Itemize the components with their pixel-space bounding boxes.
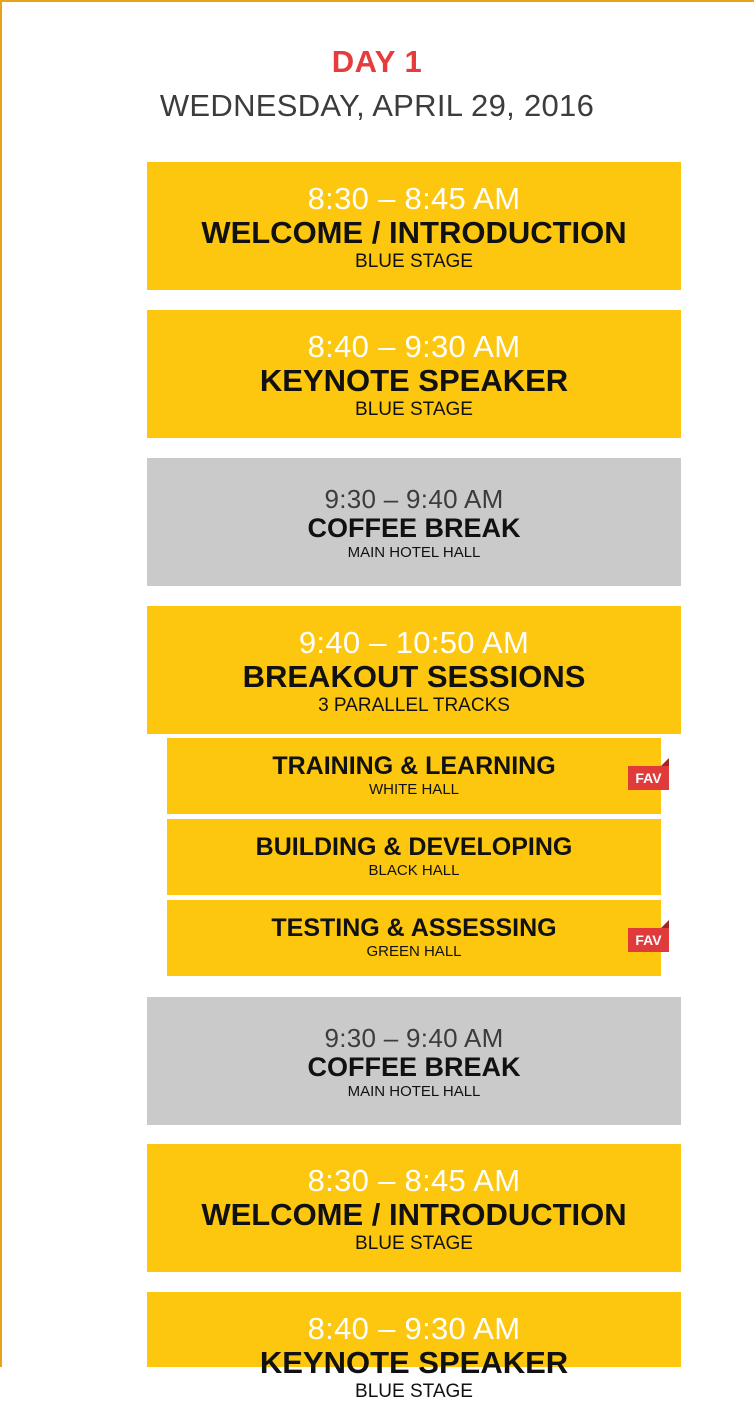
session-card-coffee-break[interactable]: 9:30 – 9:40 AM COFFEE BREAK MAIN HOTEL H… bbox=[147, 997, 681, 1125]
session-title: WELCOME / INTRODUCTION bbox=[201, 215, 627, 250]
session-title: WELCOME / INTRODUCTION bbox=[201, 1197, 627, 1232]
session-time: 9:30 – 9:40 AM bbox=[324, 1023, 504, 1053]
fav-badge[interactable]: FAV bbox=[628, 920, 669, 952]
session-time: 9:40 – 10:50 AM bbox=[298, 625, 530, 660]
session-title: KEYNOTE SPEAKER bbox=[259, 1345, 569, 1380]
track-title: BUILDING & DEVELOPING bbox=[255, 833, 573, 861]
date-label: WEDNESDAY, APRIL 29, 2016 bbox=[159, 88, 595, 123]
session-location: MAIN HOTEL HALL bbox=[347, 1083, 481, 1100]
session-title: KEYNOTE SPEAKER bbox=[259, 363, 569, 398]
day-label: DAY 1 bbox=[331, 44, 423, 79]
session-location: MAIN HOTEL HALL bbox=[347, 544, 481, 561]
session-card-welcome[interactable]: 8:30 – 8:45 AM WELCOME / INTRODUCTION BL… bbox=[147, 162, 681, 290]
session-time: 9:30 – 9:40 AM bbox=[324, 484, 504, 514]
session-time: 8:30 – 8:45 AM bbox=[307, 181, 521, 216]
track-location: WHITE HALL bbox=[368, 781, 459, 798]
session-title: COFFEE BREAK bbox=[307, 513, 521, 543]
session-location: BLUE STAGE bbox=[355, 251, 473, 272]
track-title: TESTING & ASSESSING bbox=[271, 914, 557, 942]
track-location: GREEN HALL bbox=[366, 943, 462, 960]
session-title: COFFEE BREAK bbox=[307, 1052, 521, 1082]
session-card-coffee-break[interactable]: 9:30 – 9:40 AM COFFEE BREAK MAIN HOTEL H… bbox=[147, 458, 681, 586]
session-location: BLUE STAGE bbox=[355, 1381, 473, 1402]
session-title: BREAKOUT SESSIONS bbox=[242, 659, 586, 694]
session-card-keynote[interactable]: 8:40 – 9:30 AM KEYNOTE SPEAKER BLUE STAG… bbox=[147, 1292, 681, 1402]
session-location: BLUE STAGE bbox=[355, 1233, 473, 1254]
session-time: 8:30 – 8:45 AM bbox=[307, 1163, 521, 1198]
track-card-testing[interactable]: TESTING & ASSESSING GREEN HALL FAV bbox=[167, 900, 669, 976]
session-time: 8:40 – 9:30 AM bbox=[307, 329, 521, 364]
track-card-training[interactable]: TRAINING & LEARNING WHITE HALL FAV bbox=[167, 738, 669, 814]
session-card-welcome[interactable]: 8:30 – 8:45 AM WELCOME / INTRODUCTION BL… bbox=[147, 1144, 681, 1272]
session-location: 3 PARALLEL TRACKS bbox=[318, 695, 510, 716]
fav-badge[interactable]: FAV bbox=[628, 758, 669, 790]
session-card-keynote[interactable]: 8:40 – 9:30 AM KEYNOTE SPEAKER BLUE STAG… bbox=[147, 310, 681, 438]
track-location: BLACK HALL bbox=[368, 862, 460, 879]
session-card-breakout[interactable]: 9:40 – 10:50 AM BREAKOUT SESSIONS 3 PARA… bbox=[147, 606, 681, 734]
session-time: 8:40 – 9:30 AM bbox=[307, 1311, 521, 1346]
session-location: BLUE STAGE bbox=[355, 399, 473, 420]
track-card-building[interactable]: BUILDING & DEVELOPING BLACK HALL bbox=[167, 819, 661, 895]
track-title: TRAINING & LEARNING bbox=[272, 752, 556, 780]
